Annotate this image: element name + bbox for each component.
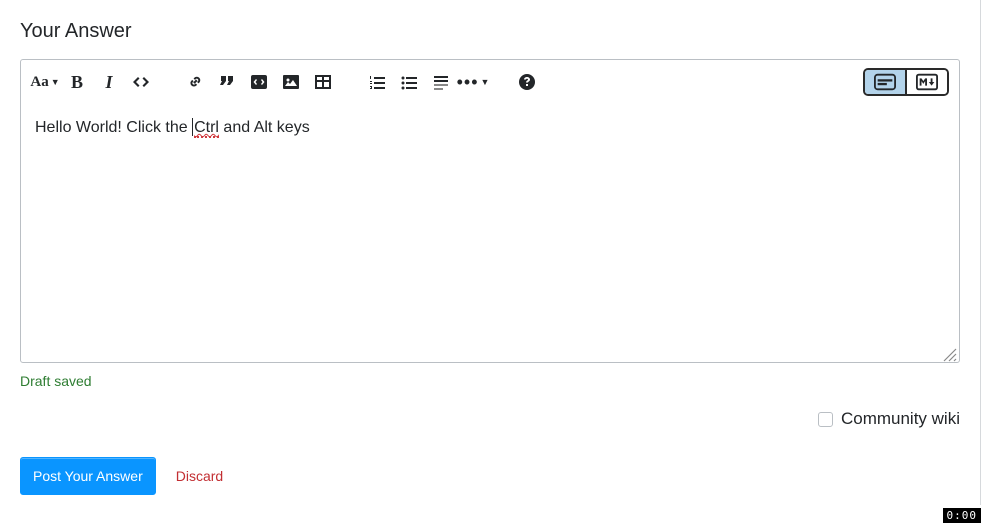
markdown-view-button[interactable] [907, 70, 947, 94]
view-toggle [863, 68, 949, 96]
bold-button[interactable]: B [63, 68, 91, 96]
markdown-icon [916, 73, 938, 91]
caret-down-icon: ▼ [51, 77, 60, 87]
discard-button[interactable]: Discard [176, 468, 223, 484]
editor-text-post: and Alt keys [219, 119, 310, 136]
section-title: Your Answer [20, 20, 960, 43]
code-button[interactable] [127, 68, 155, 96]
quote-icon [217, 72, 237, 92]
timer-overlay: 0:00 [943, 508, 981, 523]
editor-toolbar: Aa▼ B I [21, 60, 959, 104]
more-button[interactable]: •••▼ [459, 68, 487, 96]
table-button[interactable] [309, 68, 337, 96]
action-row: Post Your Answer Discard [20, 457, 960, 495]
align-icon [431, 72, 451, 92]
community-wiki-checkbox[interactable] [818, 412, 833, 427]
more-icon: ••• [457, 73, 479, 91]
italic-button[interactable]: I [95, 68, 123, 96]
link-icon [185, 72, 205, 92]
image-button[interactable] [277, 68, 305, 96]
rich-text-icon [874, 73, 896, 91]
community-wiki-row: Community wiki [20, 409, 960, 429]
unordered-list-icon [399, 72, 419, 92]
community-wiki-label: Community wiki [841, 409, 960, 429]
quote-button[interactable] [213, 68, 241, 96]
post-answer-button[interactable]: Post Your Answer [20, 457, 156, 495]
code-block-button[interactable] [245, 68, 273, 96]
link-button[interactable] [181, 68, 209, 96]
italic-icon: I [105, 72, 112, 93]
text-cursor [192, 118, 193, 136]
ordered-list-icon [367, 72, 387, 92]
ordered-list-button[interactable] [363, 68, 391, 96]
help-button[interactable] [513, 68, 541, 96]
editor-text-pre: Hello World! Click the [35, 119, 192, 136]
code-block-icon [249, 72, 269, 92]
heading-icon: Aa [30, 74, 48, 91]
editor-text-spellcheck: Ctrl [194, 119, 219, 138]
rich-text-view-button[interactable] [865, 70, 905, 94]
align-button[interactable] [427, 68, 455, 96]
editor-textarea[interactable]: Hello World! Click the Ctrl and Alt keys [21, 104, 959, 362]
caret-down-icon: ▼ [481, 77, 490, 87]
resize-handle[interactable] [943, 346, 957, 360]
code-icon [131, 72, 151, 92]
unordered-list-button[interactable] [395, 68, 423, 96]
editor-container: Aa▼ B I [20, 59, 960, 363]
table-icon [313, 72, 333, 92]
heading-button[interactable]: Aa▼ [31, 68, 59, 96]
bold-icon: B [71, 72, 83, 93]
image-icon [281, 72, 301, 92]
help-icon [517, 72, 537, 92]
draft-status: Draft saved [20, 373, 960, 389]
